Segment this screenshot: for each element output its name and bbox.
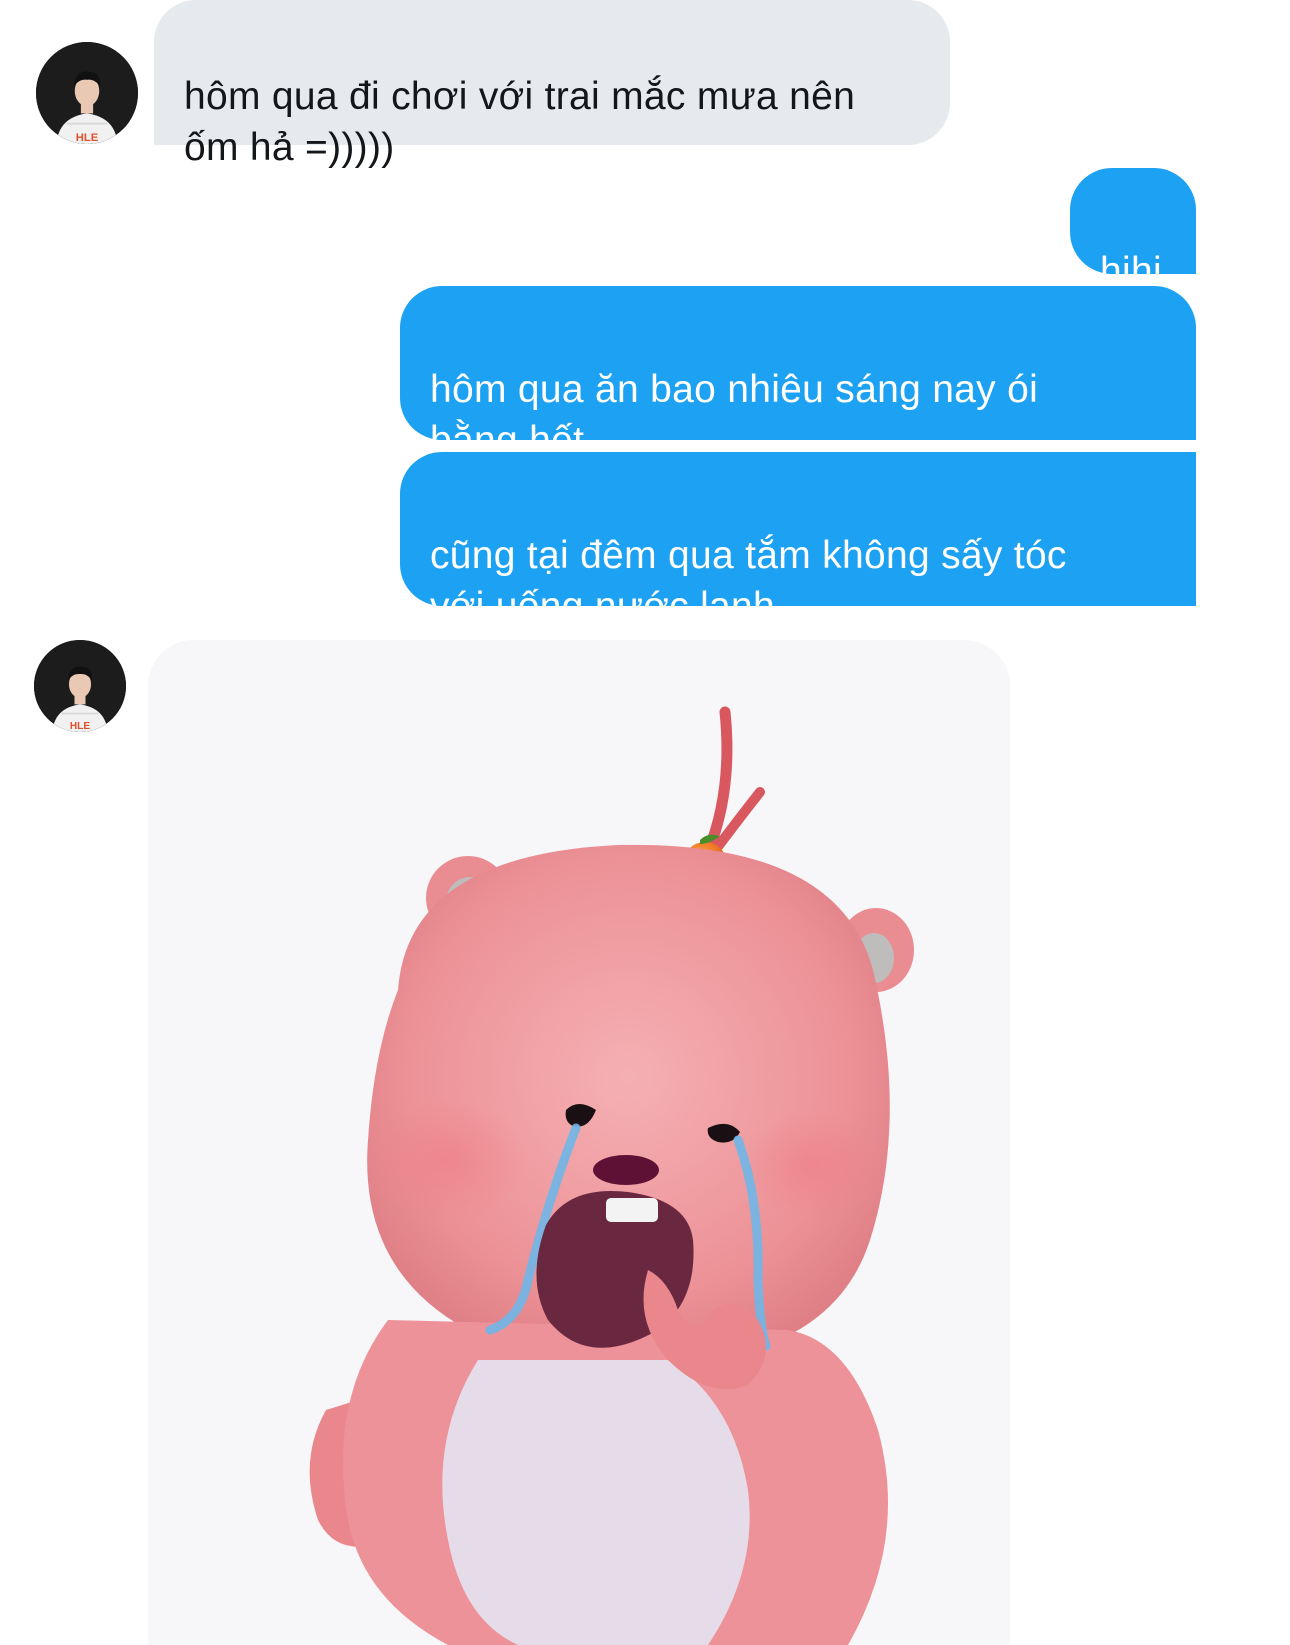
message-text: hôm qua đi chơi với trai mắc mưa nên ốm … bbox=[184, 75, 856, 169]
sender-avatar[interactable]: HLE bbox=[36, 42, 138, 144]
message-text: cũng tại đêm qua tắm không sấy tóc với u… bbox=[430, 534, 1067, 628]
sender-avatar[interactable]: HLE bbox=[34, 640, 126, 732]
avatar-photo: HLE bbox=[34, 640, 126, 732]
avatar-jersey-text: HLE bbox=[76, 132, 99, 144]
outgoing-message-bubble[interactable]: cũng tại đêm qua tắm không sấy tóc với u… bbox=[400, 452, 1196, 628]
dm-conversation: { "conversation": { "messages": [ {"send… bbox=[0, 0, 1290, 1645]
avatar-jersey-text: HLE bbox=[70, 721, 90, 732]
outgoing-message-bubble[interactable]: hihi bbox=[1070, 168, 1196, 293]
crying-pink-beaver-sticker-icon bbox=[148, 640, 1010, 1645]
outgoing-message-bubble[interactable]: hôm qua ăn bao nhiêu sáng nay ói bằng hế… bbox=[400, 286, 1196, 462]
sticker-message[interactable] bbox=[148, 640, 1010, 1645]
incoming-message-bubble[interactable]: hôm qua đi chơi với trai mắc mưa nên ốm … bbox=[154, 0, 950, 169]
avatar-photo: HLE bbox=[36, 42, 138, 144]
message-text: hôm qua ăn bao nhiêu sáng nay ói bằng hế… bbox=[430, 368, 1039, 462]
